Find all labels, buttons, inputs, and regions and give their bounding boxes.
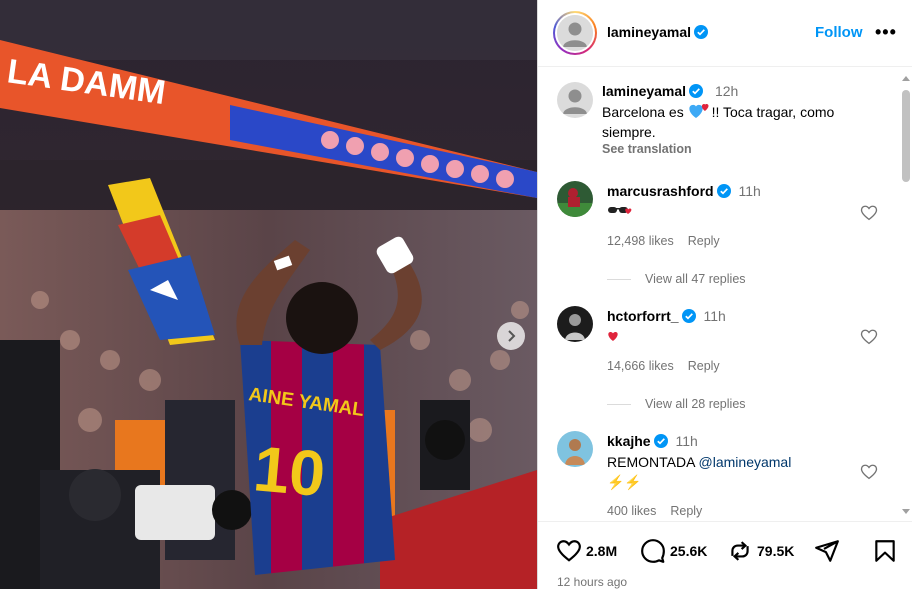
author-username-header[interactable]: lamineyamal <box>607 24 709 40</box>
default-avatar-icon <box>557 15 593 51</box>
comment-username[interactable]: kkajhe <box>607 433 651 449</box>
post-header: lamineyamal Follow ••• <box>538 0 912 67</box>
blue-red-hearts-icon <box>688 103 709 118</box>
mention-link[interactable]: @lamineyamal <box>699 454 792 470</box>
caption-header: lamineyamal 12h <box>602 83 738 99</box>
comment-bubble-icon <box>641 539 665 563</box>
post-side-panel: lamineyamal Follow ••• lamineyamal 12h B… <box>537 0 912 589</box>
comment-time[interactable]: 11h <box>675 433 697 449</box>
comment-avatar[interactable] <box>557 306 593 342</box>
likes-count[interactable]: 2.8M <box>586 543 617 559</box>
comment-avatar[interactable] <box>557 431 593 467</box>
scroll-up-arrow-icon[interactable] <box>902 76 910 81</box>
comment-header: marcusrashford 11h <box>607 183 761 199</box>
comments-scrollbar[interactable] <box>900 76 912 514</box>
lightning-emoji: ⚡⚡ <box>607 474 642 490</box>
reposts-count[interactable]: 79.5K <box>757 543 794 559</box>
comment-reply-button[interactable]: Reply <box>688 234 720 248</box>
verified-badge-icon <box>681 309 696 323</box>
comment-meta: 14,666 likes Reply <box>607 359 734 373</box>
comment-avatar[interactable] <box>557 181 593 217</box>
comment-button[interactable]: 25.6K <box>640 538 707 564</box>
verified-badge-icon <box>653 434 668 448</box>
comment-reply-button[interactable]: Reply <box>688 359 720 373</box>
comment-like-heart-icon[interactable] <box>860 463 878 481</box>
comment-reply-button[interactable]: Reply <box>670 504 702 518</box>
view-replies-link[interactable]: View all 47 replies <box>607 272 746 286</box>
verified-badge-icon <box>689 84 704 98</box>
save-button[interactable] <box>872 538 898 564</box>
comment-likes-count[interactable]: 12,498 likes <box>607 234 674 248</box>
avatar-photo-icon <box>557 431 593 467</box>
send-paper-plane-icon <box>815 540 839 562</box>
heart-icon <box>557 540 581 562</box>
bookmark-icon <box>875 540 895 562</box>
avatar-photo-icon <box>557 306 593 342</box>
repost-button[interactable]: 79.5K <box>727 538 794 564</box>
comment-likes-count[interactable]: 400 likes <box>607 504 656 518</box>
comment-meta: 12,498 likes Reply <box>607 234 734 248</box>
post-actions-bar: 2.8M 25.6K 79.5K 12 hours ago <box>538 521 912 589</box>
posted-time: 12 hours ago <box>557 575 628 589</box>
default-avatar-icon <box>557 82 593 118</box>
comment-username[interactable]: hctorforrt_ <box>607 308 679 324</box>
author-avatar[interactable] <box>557 15 593 51</box>
comment-like-heart-icon[interactable] <box>860 328 878 346</box>
next-photo-button[interactable] <box>497 322 525 350</box>
chevron-right-icon <box>508 330 516 342</box>
instagram-post-modal: LA DAMM AINE YAMAL 10 lamineyamal Follow… <box>0 0 912 589</box>
comment-header: kkajhe 11h <box>607 433 698 449</box>
comment-meta: 400 likes Reply <box>607 504 716 518</box>
follow-button[interactable]: Follow <box>815 24 863 41</box>
share-button[interactable] <box>814 538 840 564</box>
caption-username[interactable]: lamineyamal <box>602 83 686 99</box>
view-replies-link[interactable]: View all 28 replies <box>607 397 746 411</box>
like-button[interactable]: 2.8M <box>556 538 617 564</box>
comment-text <box>607 327 857 347</box>
post-photo[interactable]: LA DAMM AINE YAMAL 10 <box>0 0 537 589</box>
caption-time[interactable]: 12h <box>715 83 738 99</box>
comment-username[interactable]: marcusrashford <box>607 183 714 199</box>
stadium-photo: LA DAMM AINE YAMAL 10 <box>0 0 537 589</box>
scrollbar-thumb[interactable] <box>902 90 910 182</box>
comment-text <box>607 202 857 222</box>
red-heart-emoji-icon <box>608 332 618 341</box>
comments-count[interactable]: 25.6K <box>670 543 707 559</box>
verified-badge-icon <box>716 184 731 198</box>
comment-text: REMONTADA @lamineyamal ⚡⚡ <box>607 454 792 490</box>
avatar-photo-icon <box>557 181 593 217</box>
scroll-down-arrow-icon[interactable] <box>902 509 910 514</box>
comment-time[interactable]: 11h <box>703 308 725 324</box>
comment-likes-count[interactable]: 14,666 likes <box>607 359 674 373</box>
caption-text: Barcelona es !! Toca tragar, como siempr… <box>602 103 835 140</box>
caption-avatar[interactable] <box>557 82 593 118</box>
sunglasses-heart-emoji-icon <box>608 207 632 214</box>
repost-icon <box>731 541 749 561</box>
more-options-icon[interactable]: ••• <box>875 22 897 43</box>
comment-time[interactable]: 11h <box>738 183 760 199</box>
comment-header: hctorforrt_ 11h <box>607 308 726 324</box>
comments-feed[interactable]: lamineyamal 12h Barcelona es !! Toca tra… <box>538 68 912 520</box>
verified-badge-icon <box>694 25 709 39</box>
jersey-number: 10 <box>251 432 328 510</box>
comment-like-heart-icon[interactable] <box>860 204 878 222</box>
see-translation-link[interactable]: See translation <box>602 142 692 156</box>
